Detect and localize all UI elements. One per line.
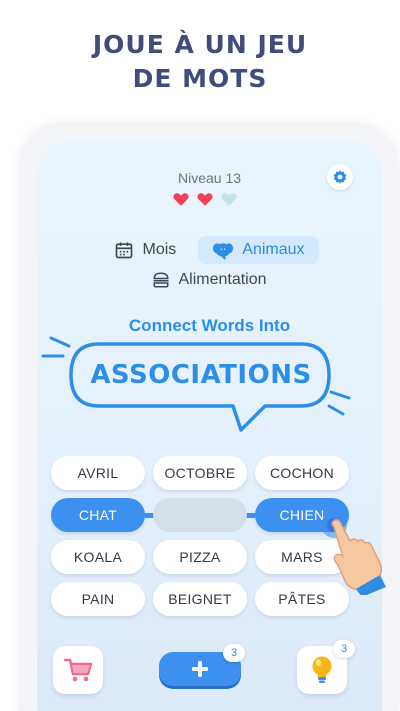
heart-icon: [197, 193, 213, 206]
cart-icon: [63, 658, 93, 682]
category-alimentation[interactable]: Alimentation: [138, 266, 280, 294]
word-tile-empty: [153, 498, 247, 532]
sparkle-line: [49, 336, 71, 348]
plus-icon: [192, 661, 208, 677]
word-tile[interactable]: OCTOBRE: [153, 456, 247, 490]
headline-line-2: DE MOTS: [132, 64, 268, 93]
word-tile[interactable]: PAIN: [51, 582, 145, 616]
sparkle-line: [327, 404, 345, 416]
category-label: Mois: [142, 241, 177, 258]
headline: JOUE À UN JEU DE MOTS: [0, 28, 400, 96]
word-tile[interactable]: AVRIL: [51, 456, 145, 490]
category-mois[interactable]: Mois: [100, 236, 190, 264]
category-animaux[interactable]: Animaux: [198, 236, 319, 264]
hint-count-badge: 3: [333, 640, 355, 658]
calendar-icon: [116, 242, 133, 259]
word-tile[interactable]: COCHON: [255, 456, 349, 490]
settings-button[interactable]: [327, 164, 353, 190]
heart-icon: [221, 193, 237, 206]
bubble-title: ASSOCIATIONS: [90, 360, 312, 390]
word-tile[interactable]: PIZZA: [153, 540, 247, 574]
category-list: Mois Animaux Alimentation: [37, 236, 382, 296]
gear-icon: [333, 170, 347, 184]
burger-icon: [153, 272, 169, 288]
phone-screen: Niveau 13 Mois Animaux Alimentation Conn…: [37, 140, 382, 711]
shop-button[interactable]: [53, 646, 103, 694]
category-label: Alimentation: [178, 271, 267, 288]
elephant-icon: [213, 243, 234, 260]
add-count-badge: 3: [223, 644, 245, 662]
heart-icon: [173, 193, 189, 206]
tap-hand-icon: [321, 512, 386, 595]
word-tile[interactable]: KOALA: [51, 540, 145, 574]
word-tile[interactable]: BEIGNET: [153, 582, 247, 616]
lightbulb-icon: [312, 656, 332, 683]
word-tile-selected[interactable]: CHAT: [51, 498, 145, 532]
sparkle-line: [329, 390, 351, 400]
lives-hearts: [165, 190, 245, 208]
category-label: Animaux: [242, 241, 305, 258]
headline-line-1: JOUE À UN JEU: [92, 30, 308, 59]
